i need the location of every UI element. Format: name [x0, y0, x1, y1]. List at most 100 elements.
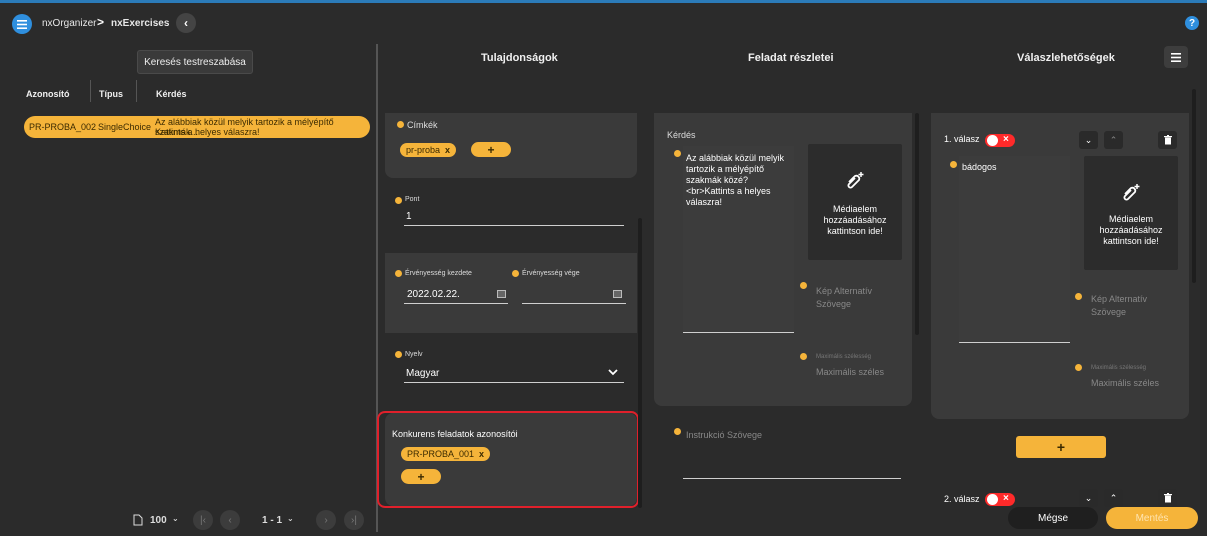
- chevron-up-icon: ⌃: [1109, 134, 1118, 145]
- valid-from-label: Érvényesség kezdete: [405, 270, 472, 277]
- prev-page-button[interactable]: ‹: [220, 510, 240, 530]
- close-icon: ×: [1003, 493, 1009, 504]
- delete-answer-button[interactable]: [1158, 131, 1177, 149]
- trash-icon: [1163, 135, 1172, 145]
- highlight-frame: [377, 411, 639, 508]
- save-button[interactable]: Mentés: [1106, 507, 1198, 529]
- calendar-icon[interactable]: [497, 290, 506, 298]
- page-range[interactable]: 1 - 1: [262, 515, 282, 526]
- answer-textarea[interactable]: [959, 156, 1070, 342]
- question-text[interactable]: Az alábbiak közül melyik tartozik a mély…: [686, 153, 788, 208]
- move-up-button[interactable]: ⌃: [1104, 489, 1123, 507]
- page-size-icon: [133, 514, 143, 526]
- chevron-down-icon: ⌄: [1084, 134, 1093, 145]
- close-icon[interactable]: x: [445, 145, 450, 155]
- info-icon: [395, 270, 402, 277]
- answer-max-width-input[interactable]: Maximális széles: [1091, 378, 1159, 388]
- help-icon: ?: [1188, 17, 1196, 29]
- tag-chip[interactable]: pr-proba x: [400, 143, 457, 157]
- paperclip-icon: [1123, 184, 1140, 201]
- valid-to-underline[interactable]: [522, 303, 626, 304]
- details-scrollbar[interactable]: [915, 113, 919, 335]
- breadcrumb-current: nxExercises: [111, 18, 170, 29]
- row-id: PR-PROBA_002: [29, 122, 97, 132]
- hamburger-icon: [17, 19, 27, 29]
- media-upload-box[interactable]: Médiaelem hozzáadásához kattintson ide!: [808, 144, 902, 260]
- paperclip-icon: [847, 172, 864, 189]
- info-icon: [950, 161, 957, 168]
- tags-label: Címkék: [407, 120, 438, 130]
- answer-label: 1. válasz: [944, 134, 980, 144]
- correct-answer-toggle[interactable]: ×: [985, 134, 1015, 147]
- media-upload-box[interactable]: Médiaelem hozzáadásához kattintson ide!: [1084, 156, 1178, 270]
- info-icon: [395, 197, 402, 204]
- info-icon: [395, 351, 402, 358]
- move-up-button[interactable]: ⌃: [1104, 131, 1123, 149]
- valid-from-input[interactable]: 2022.02.22.: [407, 289, 460, 300]
- table-row[interactable]: PR-PROBA_002 SingleChoice Az alábbiak kö…: [24, 116, 370, 138]
- row-question-line2: Kattints a helyes válaszra!: [155, 127, 260, 137]
- chevron-right-icon: ›: [324, 514, 328, 526]
- column-header-type[interactable]: Típus: [99, 89, 123, 99]
- points-underline: [404, 225, 624, 226]
- next-page-button[interactable]: ›: [316, 510, 336, 530]
- move-down-button[interactable]: ⌄: [1079, 489, 1098, 507]
- answers-menu-button[interactable]: [1164, 46, 1188, 68]
- info-icon: [674, 428, 681, 435]
- properties-title: Tulajdonságok: [481, 52, 558, 64]
- first-page-icon: |‹: [200, 514, 206, 526]
- points-label: Pont: [405, 196, 420, 203]
- points-input[interactable]: 1: [406, 211, 412, 222]
- language-label: Nyelv: [405, 351, 423, 358]
- question-underline: [683, 332, 794, 333]
- answers-title: Válaszlehetőségek: [1017, 52, 1115, 64]
- question-label: Kérdés: [667, 130, 696, 140]
- add-answer-button[interactable]: +: [1016, 436, 1106, 458]
- page-size-select[interactable]: 100: [150, 515, 167, 526]
- max-width-input[interactable]: Maximális széles: [816, 367, 884, 377]
- language-underline: [404, 382, 624, 383]
- add-tag-button[interactable]: +: [471, 142, 511, 157]
- first-page-button[interactable]: |‹: [193, 510, 213, 530]
- instruction-underline: [683, 478, 901, 479]
- instruction-input[interactable]: Instrukció Szövege: [686, 430, 762, 440]
- cancel-button[interactable]: Mégse: [1008, 507, 1098, 529]
- answer-max-width-label: Maximális szélesség: [1091, 365, 1147, 371]
- last-page-icon: ›|: [351, 514, 357, 526]
- answer-text[interactable]: bádogos: [962, 162, 997, 172]
- chevron-left-icon: ‹: [228, 514, 232, 526]
- info-icon: [674, 150, 681, 157]
- help-button[interactable]: ?: [1185, 16, 1199, 30]
- main-menu-button[interactable]: [12, 14, 32, 34]
- calendar-icon[interactable]: [613, 290, 622, 298]
- language-select[interactable]: Magyar: [406, 368, 439, 379]
- valid-to-label: Érvényesség vége: [522, 270, 580, 277]
- column-header-question[interactable]: Kérdés: [156, 89, 187, 99]
- info-icon: [800, 282, 807, 289]
- alt-text-input[interactable]: Kép Alternatív Szövege: [816, 285, 896, 311]
- column-divider[interactable]: [136, 80, 137, 102]
- properties-scrollbar[interactable]: [638, 218, 642, 508]
- breadcrumb-separator: >: [97, 15, 105, 29]
- column-divider[interactable]: [90, 80, 91, 102]
- max-width-label: Maximális szélesség: [816, 354, 872, 360]
- info-icon: [397, 121, 404, 128]
- chevron-down-icon: ⌄: [287, 514, 294, 523]
- hamburger-icon: [1171, 52, 1181, 62]
- chevron-left-icon: ‹: [184, 16, 188, 30]
- delete-answer-button[interactable]: [1158, 489, 1177, 507]
- correct-answer-toggle[interactable]: ×: [985, 493, 1015, 506]
- column-header-id[interactable]: Azonosító: [26, 89, 70, 99]
- info-icon: [800, 353, 807, 360]
- info-icon: [1075, 364, 1082, 371]
- info-icon: [512, 270, 519, 277]
- answer-alt-text-input[interactable]: Kép Alternatív Szövege: [1091, 293, 1171, 319]
- close-icon: ×: [1003, 134, 1009, 145]
- answers-scrollbar[interactable]: [1192, 89, 1196, 283]
- breadcrumb-root[interactable]: nxOrganizer: [42, 18, 96, 29]
- back-button[interactable]: ‹: [176, 13, 196, 33]
- top-accent-line: [0, 0, 1207, 3]
- answer-label: 2. válasz: [944, 494, 980, 504]
- last-page-button[interactable]: ›|: [344, 510, 364, 530]
- move-down-button[interactable]: ⌄: [1079, 131, 1098, 149]
